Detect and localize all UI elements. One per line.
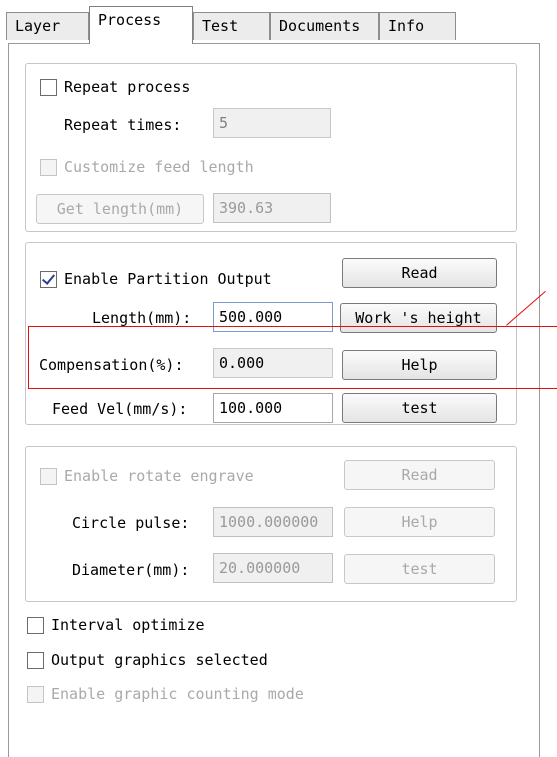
read-button[interactable]: Read [342, 258, 497, 288]
tab-strip: Layer Process Test Documents Info [0, 0, 557, 44]
feed-length-input[interactable]: 390.63 [213, 193, 331, 223]
tab-process-label: Process [98, 11, 162, 29]
customize-feed-length-checkbox[interactable] [40, 159, 57, 176]
tab-layer[interactable]: Layer [6, 12, 89, 40]
rotate-read-button[interactable]: Read [344, 460, 495, 490]
diameter-input[interactable]: 20.000000 [213, 553, 333, 583]
repeat-process-checkbox[interactable] [40, 79, 57, 96]
tab-info[interactable]: Info [379, 12, 456, 40]
enable-rotate-label: Enable rotate engrave [64, 467, 254, 485]
tab-layer-label: Layer [15, 17, 61, 35]
get-length-button[interactable]: Get length(mm) [36, 194, 204, 224]
rotate-help-button[interactable]: Help [344, 507, 495, 537]
tab-info-label: Info [388, 17, 425, 35]
rotate-test-button[interactable]: test [344, 554, 495, 584]
graphic-counting-label: Enable graphic counting mode [51, 685, 304, 703]
tab-process[interactable]: Process [89, 6, 193, 44]
graphic-counting-checkbox[interactable] [27, 686, 44, 703]
length-label: Length(mm): [92, 309, 192, 327]
tab-documents[interactable]: Documents [270, 12, 379, 40]
feed-vel-label: Feed Vel(mm/s): [52, 400, 188, 418]
feed-vel-input[interactable]: 100.000 [213, 393, 333, 423]
interval-optimize-label: Interval optimize [51, 616, 205, 634]
tab-documents-label: Documents [279, 17, 361, 35]
highlight-box [28, 326, 557, 389]
repeat-times-label: Repeat times: [64, 116, 182, 134]
circle-pulse-label: Circle pulse: [72, 514, 190, 532]
test-button[interactable]: test [342, 393, 497, 423]
output-graphics-selected-checkbox[interactable] [27, 652, 44, 669]
circle-pulse-input[interactable]: 1000.000000 [213, 507, 333, 537]
enable-partition-label: Enable Partition Output [64, 270, 272, 288]
enable-rotate-checkbox[interactable] [40, 468, 57, 485]
repeat-process-label: Repeat process [64, 78, 191, 96]
tab-test-label: Test [202, 17, 239, 35]
customize-feed-length-label: Customize feed length [64, 158, 254, 176]
diameter-label: Diameter(mm): [72, 561, 190, 579]
interval-optimize-checkbox[interactable] [27, 617, 44, 634]
tab-test[interactable]: Test [193, 12, 270, 40]
output-graphics-selected-label: Output graphics selected [51, 651, 268, 669]
repeat-times-input[interactable]: 5 [213, 108, 331, 138]
enable-partition-checkbox[interactable] [40, 271, 57, 288]
